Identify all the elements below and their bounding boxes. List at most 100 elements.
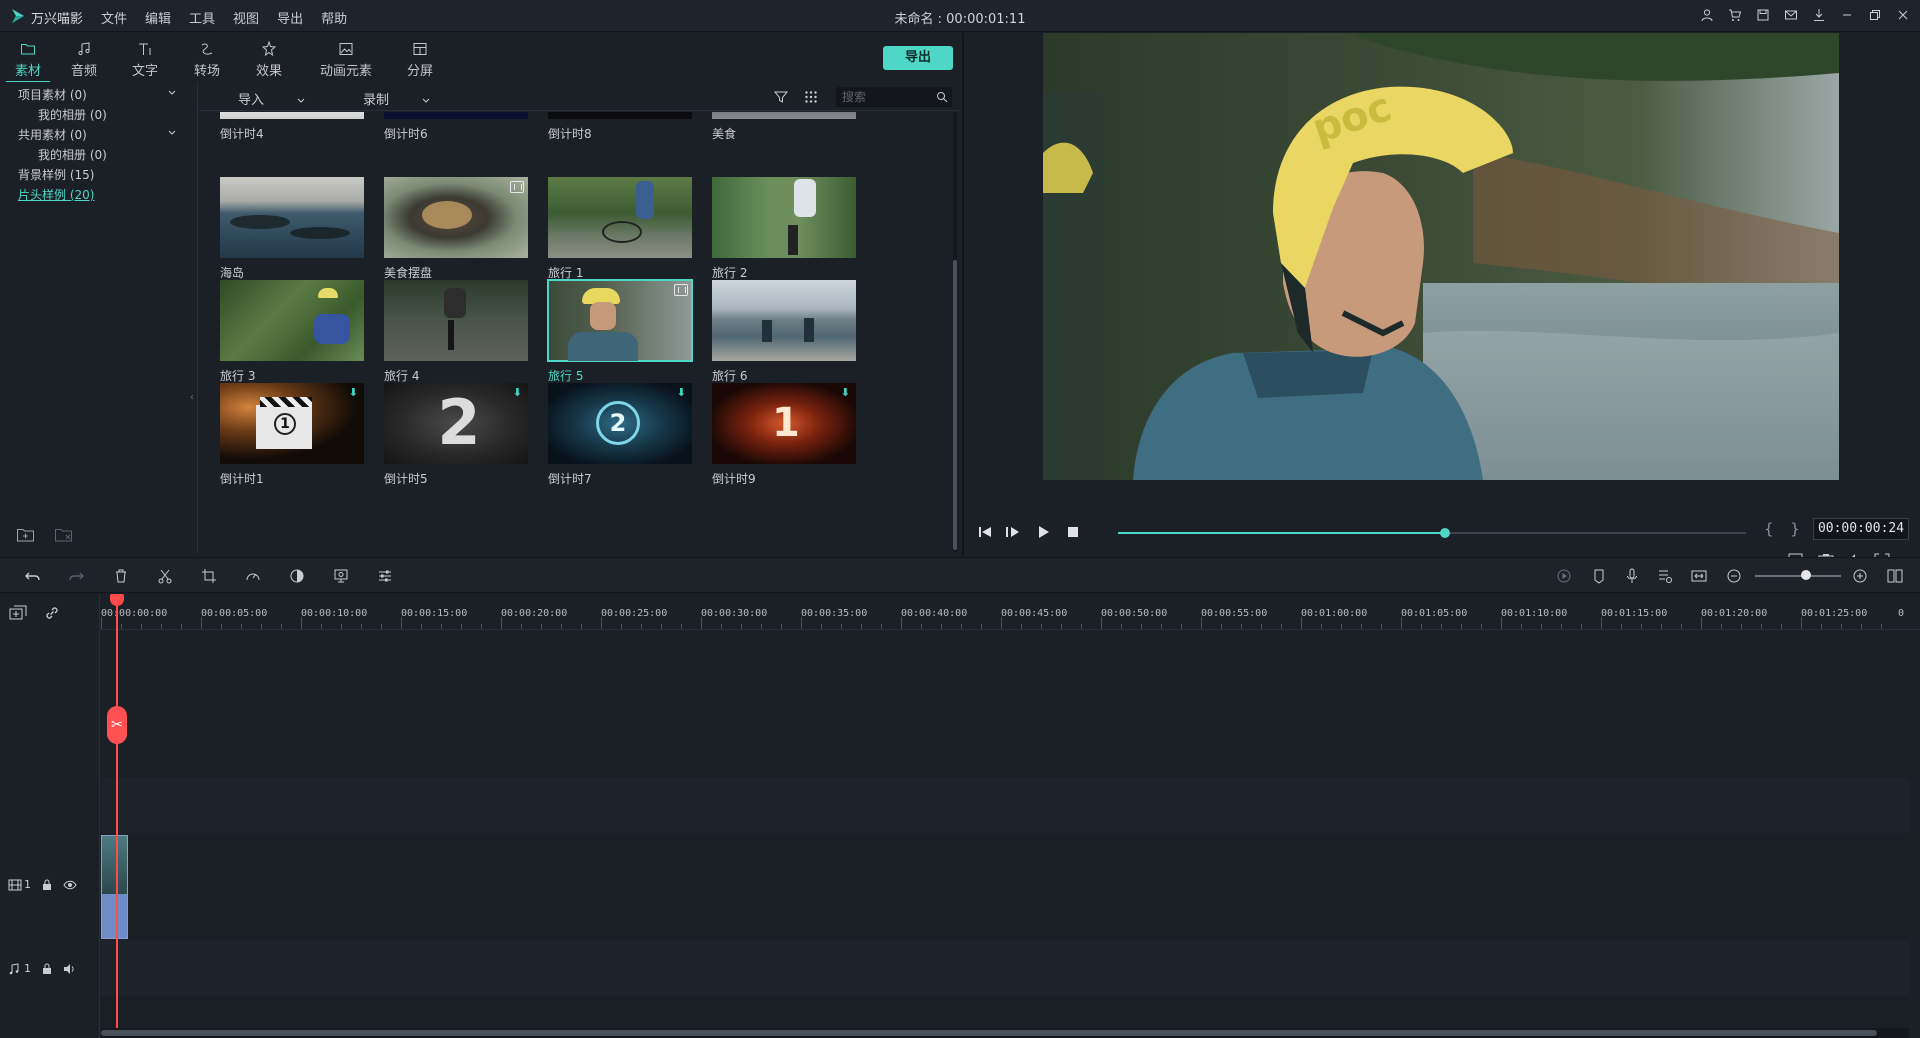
export-button[interactable]: 导出 xyxy=(883,46,953,70)
panel-toggle-icon[interactable] xyxy=(1886,567,1904,585)
redo-icon[interactable] xyxy=(67,567,85,585)
video-lane[interactable] xyxy=(101,834,1909,939)
download-icon[interactable]: ⬇ xyxy=(349,386,358,399)
chevron-down-icon[interactable] xyxy=(167,88,177,98)
microphone-icon[interactable] xyxy=(1623,567,1641,585)
tab-effects[interactable]: 效果 xyxy=(241,39,297,79)
grid-view-icon[interactable] xyxy=(803,89,819,105)
zoom-in-icon[interactable] xyxy=(1851,567,1869,585)
timeline-scrollbar-thumb[interactable] xyxy=(101,1030,1877,1036)
media-thumb[interactable]: 1 ⬇ 倒计时9 xyxy=(712,383,856,487)
playback-progress[interactable] xyxy=(1118,528,1746,538)
media-thumb[interactable]: 2 ⬇ 倒计时5 xyxy=(384,383,528,487)
search-input[interactable] xyxy=(842,89,930,105)
download-icon[interactable]: ⬇ xyxy=(841,386,850,399)
media-thumb[interactable]: 倒计时4 xyxy=(220,112,364,142)
empty-lane[interactable] xyxy=(101,778,1909,833)
media-thumb[interactable]: 旅行 2 xyxy=(712,177,856,281)
tab-elements[interactable]: 动画元素 xyxy=(316,39,376,79)
split-icon[interactable] xyxy=(156,567,174,585)
media-thumb[interactable]: 2 ⬇ 倒计时7 xyxy=(548,383,692,487)
mark-in-out[interactable]: { } xyxy=(1764,520,1806,538)
delete-icon[interactable] xyxy=(112,567,130,585)
green-screen-icon[interactable] xyxy=(332,567,350,585)
crop-icon[interactable] xyxy=(200,567,218,585)
preview-video[interactable]: poc xyxy=(1043,33,1839,480)
tab-transition[interactable]: 转场 xyxy=(179,39,235,79)
eye-icon[interactable] xyxy=(63,879,77,891)
restore-icon[interactable] xyxy=(1866,6,1884,24)
play-icon[interactable] xyxy=(1034,523,1052,541)
media-thumb[interactable]: 旅行 1 xyxy=(548,177,692,281)
media-thumb[interactable]: 1 ⬇ 倒计时1 xyxy=(220,383,364,487)
media-thumb[interactable]: 旅行 5 xyxy=(547,279,693,384)
menu-view[interactable]: 视图 xyxy=(233,8,259,27)
collapse-panel-icon[interactable]: ‹ xyxy=(190,392,194,403)
tab-text[interactable]: 文字 xyxy=(117,39,173,79)
zoom-slider-knob[interactable] xyxy=(1801,570,1811,580)
menu-tools[interactable]: 工具 xyxy=(189,8,215,27)
render-preview-icon[interactable] xyxy=(1555,567,1573,585)
lock-icon[interactable] xyxy=(41,879,53,891)
menu-help[interactable]: 帮助 xyxy=(321,8,347,27)
user-icon[interactable] xyxy=(1698,6,1716,24)
tab-audio[interactable]: 音频 xyxy=(56,39,112,79)
fit-timeline-icon[interactable] xyxy=(1690,567,1708,585)
prev-frame-icon[interactable] xyxy=(976,523,994,541)
speed-icon[interactable] xyxy=(244,567,262,585)
voiceover-icon[interactable] xyxy=(1656,567,1674,585)
close-icon[interactable] xyxy=(1894,6,1912,24)
download-icon[interactable]: ⬇ xyxy=(513,386,522,399)
audio-lane[interactable] xyxy=(101,940,1909,996)
menu-export[interactable]: 导出 xyxy=(277,8,303,27)
media-thumb[interactable]: 美食 xyxy=(712,112,856,142)
zoom-slider[interactable] xyxy=(1755,575,1841,577)
media-thumb[interactable]: 旅行 3 xyxy=(220,280,364,384)
minimize-icon[interactable] xyxy=(1838,6,1856,24)
tab-media[interactable]: 素材 xyxy=(0,39,56,83)
tree-project-album[interactable]: 我的相册 (0) xyxy=(38,106,107,123)
tree-background-samples[interactable]: 背景样例 (15) xyxy=(18,166,94,183)
save-icon[interactable] xyxy=(1754,6,1772,24)
media-thumb[interactable]: 海岛 xyxy=(220,177,364,281)
next-frame-icon[interactable] xyxy=(1004,523,1022,541)
import-dropdown[interactable]: 导入 xyxy=(238,89,306,108)
adjust-icon[interactable] xyxy=(376,567,394,585)
timeline-scrollbar[interactable] xyxy=(101,1028,1909,1038)
media-thumb[interactable]: 旅行 6 xyxy=(712,280,856,384)
tree-intro-samples[interactable]: 片头样例 (20) xyxy=(18,186,94,203)
stop-icon[interactable] xyxy=(1064,523,1082,541)
media-scrollbar[interactable] xyxy=(953,112,957,552)
tree-shared-media[interactable]: 共用素材 (0) xyxy=(18,126,87,143)
download-icon[interactable] xyxy=(1810,6,1828,24)
marker-icon[interactable] xyxy=(1590,567,1608,585)
media-thumb[interactable]: 倒计时6 xyxy=(384,112,528,142)
empty-lane[interactable] xyxy=(101,631,1909,777)
link-icon[interactable] xyxy=(44,605,60,621)
video-clip[interactable] xyxy=(101,835,128,939)
split-at-playhead-icon[interactable]: ✂ xyxy=(107,706,127,744)
zoom-out-icon[interactable] xyxy=(1725,567,1743,585)
record-dropdown[interactable]: 录制 xyxy=(363,89,431,108)
chevron-down-icon[interactable] xyxy=(167,128,177,138)
filter-icon[interactable] xyxy=(773,89,789,105)
search-icon[interactable] xyxy=(936,91,948,103)
add-track-icon[interactable] xyxy=(9,605,27,621)
tree-project-media[interactable]: 项目素材 (0) xyxy=(18,86,87,103)
new-folder-icon[interactable] xyxy=(16,526,36,544)
media-thumb[interactable]: 旅行 4 xyxy=(384,280,528,384)
timeline-ruler[interactable]: 0 00:00:00:00 00:00:05:00 00:00:10:00 00:00… xyxy=(101,594,1920,630)
mail-icon[interactable] xyxy=(1782,6,1800,24)
lock-icon[interactable] xyxy=(41,963,53,975)
undo-icon[interactable] xyxy=(24,567,42,585)
timeline-tracks[interactable] xyxy=(101,631,1909,1028)
tab-split-screen[interactable]: 分屏 xyxy=(392,39,448,79)
color-icon[interactable] xyxy=(288,567,306,585)
progress-knob[interactable] xyxy=(1439,528,1450,538)
tree-shared-album[interactable]: 我的相册 (0) xyxy=(38,146,107,163)
remove-folder-icon[interactable] xyxy=(54,526,74,544)
cart-icon[interactable] xyxy=(1726,6,1744,24)
menu-edit[interactable]: 编辑 xyxy=(145,8,171,27)
media-scrollbar-thumb[interactable] xyxy=(953,260,957,550)
download-icon[interactable]: ⬇ xyxy=(677,386,686,399)
